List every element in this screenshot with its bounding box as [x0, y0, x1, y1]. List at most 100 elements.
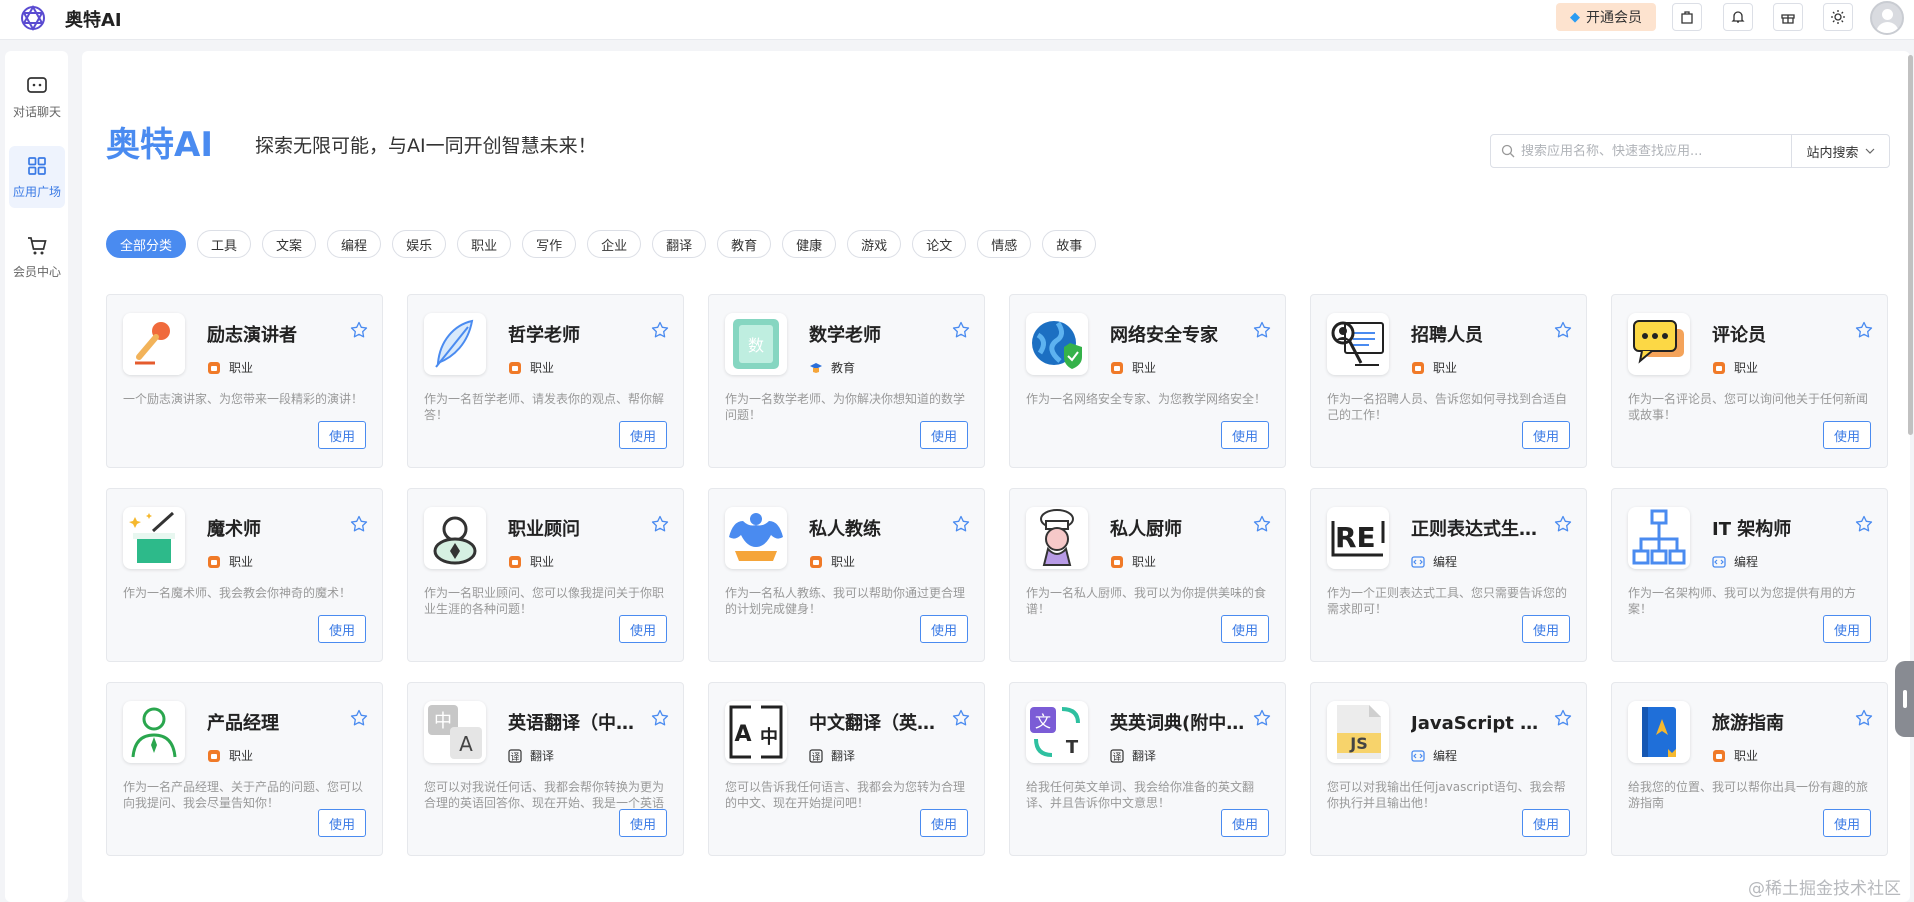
use-button[interactable]: 使用: [318, 421, 366, 449]
app-card[interactable]: A中 中文翻译（英译中） 译翻译您可以告诉我任何语言、我都会为您转为合理的中文、现在…: [708, 682, 985, 856]
app-card[interactable]: 励志演讲者 职业 一个励志演讲家、为您带来一段精彩的演讲！ 使用: [106, 294, 383, 468]
category-icon: [1411, 749, 1425, 763]
vip-button[interactable]: ◆ 开通会员: [1556, 3, 1656, 31]
favorite-star-icon[interactable]: [651, 515, 669, 533]
app-card[interactable]: IT 架构师 编程 作为一名架构师、我可以为您提供有用的方案！ 使用: [1611, 488, 1888, 662]
filter-chip[interactable]: 文案: [262, 230, 317, 258]
use-button[interactable]: 使用: [318, 615, 366, 643]
category-icon: 译: [508, 748, 522, 763]
use-button[interactable]: 使用: [1221, 615, 1269, 643]
use-button[interactable]: 使用: [1823, 421, 1871, 449]
app-card-category: 译翻译: [809, 747, 855, 764]
favorite-star-icon[interactable]: [350, 515, 368, 533]
sidebar-item-label: 会员中心: [12, 264, 61, 279]
app-card-title: 评论员: [1712, 325, 1766, 346]
gift-button[interactable]: [1773, 3, 1803, 31]
search-input[interactable]: [1521, 143, 1781, 159]
app-card[interactable]: 哲学老师 职业 作为一名哲学老师、请发表你的观点、帮你解答！ 使用: [407, 294, 684, 468]
filter-chip[interactable]: 翻译: [652, 230, 707, 258]
use-button[interactable]: 使用: [920, 421, 968, 449]
use-button[interactable]: 使用: [1522, 809, 1570, 837]
app-card[interactable]: 产品经理 职业 作为一名产品经理、关于产品的问题、您可以向我提问、我会尽量告知你！使…: [106, 682, 383, 856]
favorite-star-icon[interactable]: [350, 709, 368, 727]
app-card-description: 作为一个正则表达式工具、您只需要告诉您的需求即可！: [1327, 586, 1568, 616]
notification-button[interactable]: [1723, 3, 1753, 31]
app-card[interactable]: 招聘人员 职业 作为一名招聘人员、告诉您如何寻找到合适自己的工作！ 使用: [1310, 294, 1587, 468]
use-button[interactable]: 使用: [920, 615, 968, 643]
use-button[interactable]: 使用: [1522, 421, 1570, 449]
favorite-star-icon[interactable]: [952, 709, 970, 727]
filter-chip[interactable]: 故事: [1042, 230, 1097, 258]
category-icon: [508, 555, 522, 569]
favorite-star-icon[interactable]: [1554, 515, 1572, 533]
filter-chip[interactable]: 工具: [197, 230, 252, 258]
app-card[interactable]: 评论员 职业 作为一名评论员、您可以询问他关于任何新闻或故事！ 使用: [1611, 294, 1888, 468]
app-card[interactable]: 网络安全专家 职业 作为一名网络安全专家、为您教学网络安全！ 使用: [1009, 294, 1286, 468]
filter-chip[interactable]: 职业: [457, 230, 512, 258]
favorite-star-icon[interactable]: [1855, 709, 1873, 727]
app-card-description: 作为一名私人教练、我可以帮助你通过更合理的计划完成健身！: [725, 586, 966, 616]
dictionary-icon: 文T: [1026, 701, 1088, 763]
use-button[interactable]: 使用: [619, 615, 667, 643]
favorite-star-icon[interactable]: [1855, 321, 1873, 339]
use-button[interactable]: 使用: [1221, 809, 1269, 837]
search-scope-select[interactable]: 站内搜索: [1791, 135, 1889, 167]
filter-chip[interactable]: 企业: [587, 230, 642, 258]
filter-chip[interactable]: 编程: [327, 230, 382, 258]
app-card[interactable]: 职业顾问 职业 作为一名职业顾问、您可以像我提问关于你职业生涯的各种问题！ 使用: [407, 488, 684, 662]
favorite-star-icon[interactable]: [651, 709, 669, 727]
category-icon: [1712, 361, 1726, 375]
search-scope-label: 站内搜索: [1806, 145, 1859, 161]
guidebook-icon: [1628, 701, 1690, 763]
sidebar-item-membership[interactable]: 会员中心: [9, 226, 65, 288]
use-button[interactable]: 使用: [1221, 421, 1269, 449]
filter-chip[interactable]: 写作: [522, 230, 577, 258]
favorite-star-icon[interactable]: [952, 321, 970, 339]
favorite-star-icon[interactable]: [1855, 515, 1873, 533]
sidebar-item-chat[interactable]: 对话聊天: [9, 66, 65, 128]
use-button[interactable]: 使用: [920, 809, 968, 837]
app-card[interactable]: 文T 英英词典(附中文解释) 译翻译给我任何英文单词、我会给你准备的英文翻译、并且告…: [1009, 682, 1286, 856]
bell-icon: [1731, 11, 1745, 23]
filter-chip[interactable]: 论文: [912, 230, 967, 258]
favorite-star-icon[interactable]: [1554, 709, 1572, 727]
app-card[interactable]: 旅游指南 职业 给我您的位置、我可以帮你出具一份有趣的旅游指南 使用: [1611, 682, 1888, 856]
filter-chip[interactable]: 健康: [782, 230, 837, 258]
favorite-star-icon[interactable]: [1253, 515, 1271, 533]
bag-button[interactable]: [1672, 3, 1702, 31]
scrollbar-thumb[interactable]: [1908, 55, 1913, 435]
use-button[interactable]: 使用: [619, 421, 667, 449]
favorite-star-icon[interactable]: [952, 515, 970, 533]
category-icon: [809, 361, 823, 375]
favorite-star-icon[interactable]: [1253, 321, 1271, 339]
side-drawer-handle[interactable]: [1895, 661, 1914, 737]
app-card-description: 作为一名架构师、我可以为您提供有用的方案！: [1628, 586, 1857, 616]
app-card[interactable]: JS JavaScript 控制台编程您可以对我输出任何javascript语句、…: [1310, 682, 1587, 856]
filter-chip[interactable]: 全部分类: [106, 230, 187, 258]
filter-chip[interactable]: 游戏: [847, 230, 902, 258]
filter-chip[interactable]: 情感: [977, 230, 1032, 258]
favorite-star-icon[interactable]: [651, 321, 669, 339]
theme-toggle-button[interactable]: [1823, 3, 1853, 31]
category-label: 职业: [530, 555, 555, 569]
app-card[interactable]: 魔术师 职业 作为一名魔术师、我会教会你神奇的魔术！ 使用: [106, 488, 383, 662]
use-button[interactable]: 使用: [1823, 809, 1871, 837]
favorite-star-icon[interactable]: [1554, 321, 1572, 339]
grid-icon: [28, 156, 46, 175]
favorite-star-icon[interactable]: [350, 321, 368, 339]
app-card[interactable]: 数 数学老师 教育 作为一名数学老师、为你解决你想知道的数学问题！ 使用: [708, 294, 985, 468]
use-button[interactable]: 使用: [1823, 615, 1871, 643]
filter-chip[interactable]: 娱乐: [392, 230, 447, 258]
app-card[interactable]: 私人厨师 职业 作为一名私人厨师、我可以为你提供美味的食谱！ 使用: [1009, 488, 1286, 662]
use-button[interactable]: 使用: [1522, 615, 1570, 643]
user-avatar[interactable]: [1870, 1, 1904, 35]
use-button[interactable]: 使用: [318, 809, 366, 837]
top-bar: 奥特AI ◆ 开通会员: [0, 0, 1914, 40]
app-card[interactable]: RE 正则表达式生成器 编程 作为一个正则表达式工具、您只需要告诉您的需求即可！ 使用: [1310, 488, 1587, 662]
use-button[interactable]: 使用: [619, 809, 667, 837]
favorite-star-icon[interactable]: [1253, 709, 1271, 727]
filter-chip[interactable]: 教育: [717, 230, 772, 258]
sidebar-item-app-square[interactable]: 应用广场: [9, 146, 65, 208]
app-card[interactable]: 私人教练 职业 作为一名私人教练、我可以帮助你通过更合理的计划完成健身！ 使用: [708, 488, 985, 662]
app-card[interactable]: 中A 英语翻译（中英互译） 译翻译您可以对我说任何话、我都会帮你转换为更为合理的英语…: [407, 682, 684, 856]
